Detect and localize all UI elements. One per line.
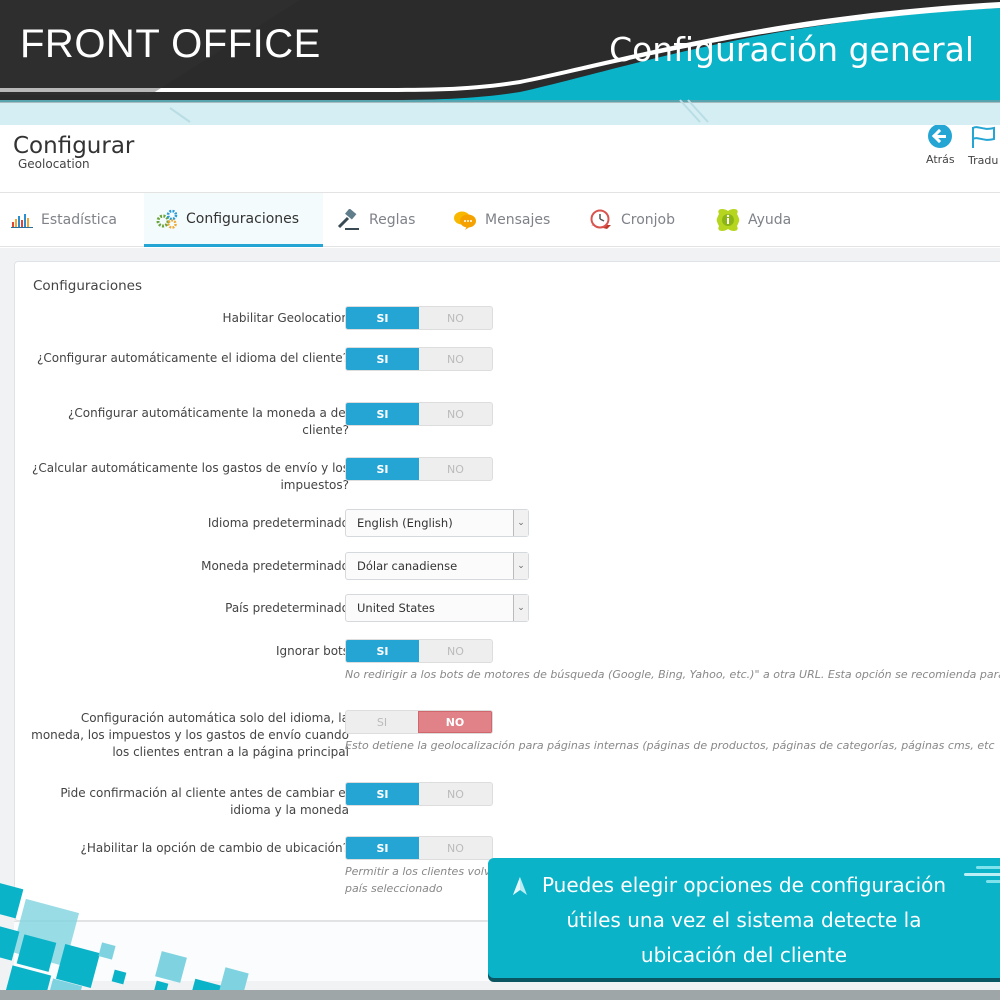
settings-panel: Configuraciones Habilitar Geolocation SI… — [14, 261, 1000, 921]
switch-yes[interactable]: SI — [346, 711, 418, 733]
auto-language-switch[interactable]: SI NO — [345, 347, 493, 371]
homepage-only-switch[interactable]: SI NO — [345, 710, 493, 734]
tab-reglas-label: Reglas — [369, 212, 416, 228]
switch-yes[interactable]: SI — [346, 640, 419, 662]
switch-yes[interactable]: SI — [346, 783, 419, 805]
tab-estadistica-label: Estadística — [41, 212, 117, 228]
callout-line-2: útiles una vez el sistema detecte la — [566, 908, 922, 932]
chevron-down-icon: ⌄ — [513, 510, 528, 536]
tab-mensajes-label: Mensajes — [485, 212, 551, 228]
switch-yes[interactable]: SI — [346, 458, 419, 480]
tab-ayuda[interactable]: Ayuda — [716, 193, 791, 247]
gears-icon — [156, 209, 178, 229]
feature-callout: Puedes elegir opciones de configuración … — [488, 858, 1000, 978]
page-subtitle: Geolocation — [18, 157, 90, 171]
enable-geolocation-switch[interactable]: SI NO — [345, 306, 493, 330]
page-title: Configurar — [13, 133, 135, 159]
setting-label: Ignorar bots — [275, 644, 349, 658]
tab-configuraciones-label: Configuraciones — [186, 210, 300, 227]
setting-label: Habilitar Geolocation — [222, 311, 349, 325]
callout-line-3: ubicación del cliente — [640, 943, 848, 967]
setting-label: País predeterminado — [225, 601, 349, 615]
setting-label: Configuración automática solo del idioma… — [31, 711, 349, 759]
ignore-bots-switch[interactable]: SI NO — [345, 639, 493, 663]
tab-reglas[interactable]: Reglas — [337, 193, 415, 247]
tab-bar: Estadística Configuraciones Reglas Mensa… — [0, 193, 1000, 247]
switch-no[interactable]: NO — [419, 403, 492, 425]
tab-ayuda-label: Ayuda — [748, 212, 792, 228]
switch-yes[interactable]: SI — [346, 307, 419, 329]
switch-no[interactable]: NO — [419, 837, 492, 859]
setting-label: Pide confirmación al cliente antes de ca… — [60, 786, 349, 817]
clock-icon — [590, 209, 611, 229]
select-value: English (English) — [357, 516, 453, 530]
setting-label: ¿Calcular automáticamente los gastos de … — [31, 461, 349, 492]
location-change-help-line-1: Permitir a los clientes volv — [345, 865, 491, 878]
tab-cronjob-label: Cronjob — [621, 212, 676, 228]
banner-right-title: Configuración general — [609, 30, 974, 69]
translate-button[interactable]: Tradu — [968, 125, 998, 167]
select-value: United States — [357, 601, 435, 615]
switch-no[interactable]: NO — [419, 458, 492, 480]
tab-mensajes[interactable]: Mensajes — [453, 193, 550, 247]
info-icon — [716, 209, 740, 231]
homepage-only-help: Esto detiene la geolocalización para pág… — [345, 739, 995, 752]
switch-no[interactable]: NO — [419, 640, 492, 662]
back-button-label: Atrás — [926, 153, 955, 166]
default-country-select[interactable]: United States ⌄ — [345, 594, 529, 622]
default-currency-select[interactable]: Dólar canadiense ⌄ — [345, 552, 529, 580]
switch-no[interactable]: NO — [419, 307, 492, 329]
setting-label: ¿Configurar automáticamente la moneda a … — [68, 406, 349, 437]
switch-no[interactable]: NO — [419, 783, 492, 805]
ignore-bots-help: No redirigir a los bots de motores de bú… — [345, 668, 1000, 681]
tab-configuraciones[interactable]: Configuraciones — [144, 193, 323, 247]
switch-yes[interactable]: SI — [346, 348, 419, 370]
bottom-strip — [0, 990, 1000, 1000]
back-button[interactable]: Atrás — [926, 125, 955, 166]
setting-label: Idioma predeterminado — [207, 516, 349, 530]
chevron-down-icon: ⌄ — [513, 595, 528, 621]
gavel-icon — [337, 209, 359, 230]
default-language-select[interactable]: English (English) ⌄ — [345, 509, 529, 537]
bar-chart-icon — [11, 214, 33, 228]
callout-text: Puedes elegir opciones de configuración … — [488, 868, 1000, 973]
panel-title: Configuraciones — [33, 278, 143, 294]
setting-label: ¿Configurar automáticamente el idioma de… — [36, 351, 349, 365]
setting-label: ¿Habilitar la opción de cambio de ubicac… — [80, 841, 349, 855]
location-change-switch[interactable]: SI NO — [345, 836, 493, 860]
ask-confirmation-switch[interactable]: SI NO — [345, 782, 493, 806]
arrow-left-circle-icon — [928, 125, 953, 148]
callout-line-1: Puedes elegir opciones de configuración — [541, 873, 947, 897]
decorative-squares — [0, 881, 249, 1000]
switch-no[interactable]: NO — [419, 348, 492, 370]
page-header: Configurar Geolocation Atrás Tradu — [0, 125, 1000, 193]
banner-left-title: FRONT OFFICE — [20, 22, 321, 66]
chevron-down-icon: ⌄ — [513, 553, 528, 579]
tab-estadistica[interactable]: Estadística — [11, 193, 117, 247]
flag-icon — [972, 126, 996, 148]
translate-button-label: Tradu — [968, 154, 999, 167]
switch-yes[interactable]: SI — [346, 837, 419, 859]
switch-yes[interactable]: SI — [346, 403, 419, 425]
select-value: Dólar canadiense — [357, 559, 458, 573]
auto-currency-switch[interactable]: SI NO — [345, 402, 493, 426]
setting-label: Moneda predeterminado — [201, 559, 349, 573]
location-change-help-line-2: país seleccionado — [345, 882, 443, 895]
switch-no[interactable]: NO — [418, 711, 492, 733]
tab-cronjob[interactable]: Cronjob — [589, 193, 675, 247]
chat-bubbles-icon — [454, 211, 476, 230]
promo-banner: FRONT OFFICE Configuración general — [0, 0, 1000, 125]
auto-shipping-taxes-switch[interactable]: SI NO — [345, 457, 493, 481]
